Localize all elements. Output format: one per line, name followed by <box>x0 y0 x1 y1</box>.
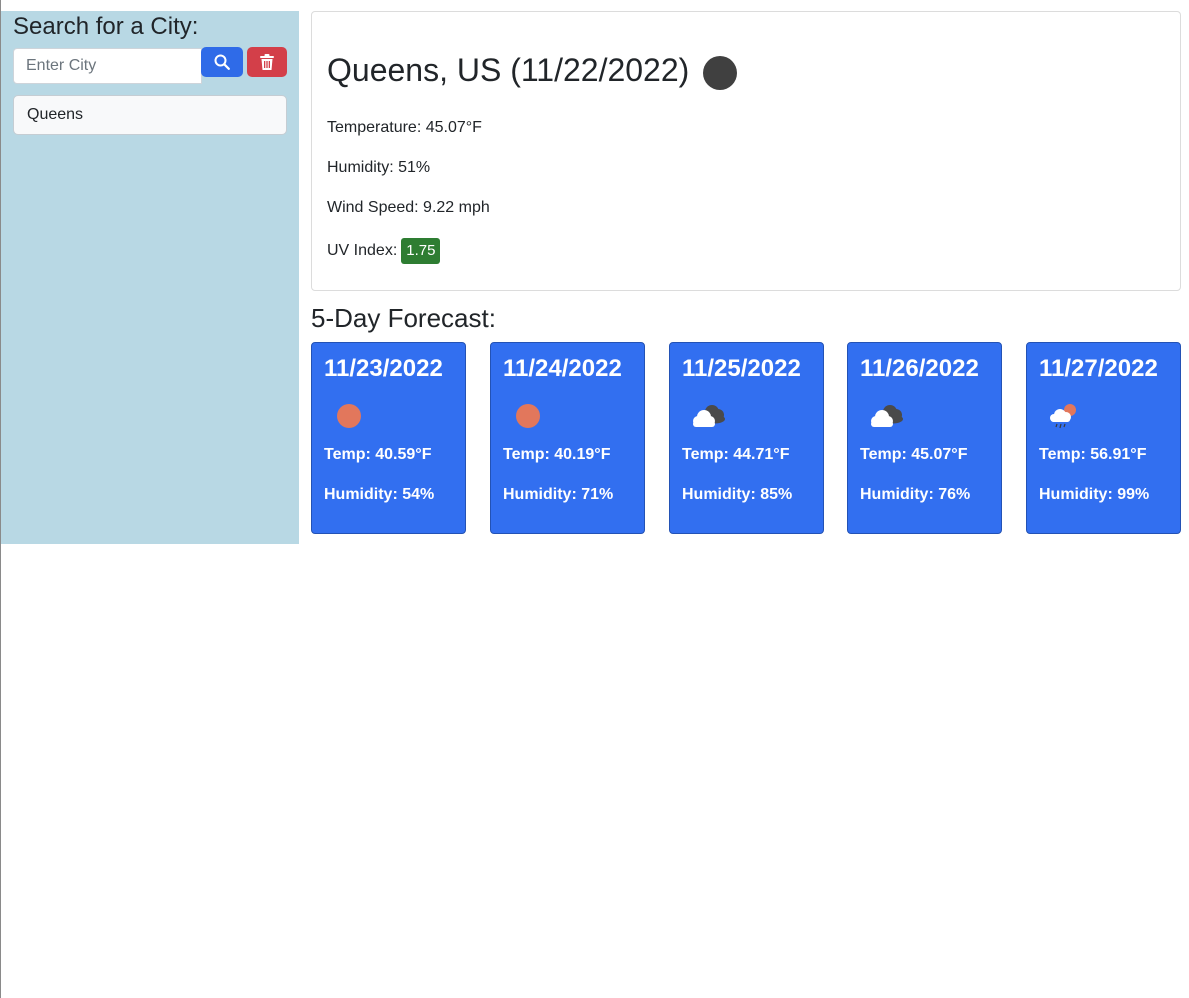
search-icon <box>214 54 230 70</box>
forecast-humidity: Humidity: 85% <box>682 486 793 503</box>
current-wind-speed: Wind Speed: 9.22 mph <box>327 199 490 216</box>
search-button[interactable] <box>201 47 243 77</box>
current-city-title: Queens, US (11/22/2022) <box>327 52 690 88</box>
current-humidity: Humidity: 51% <box>327 159 431 176</box>
forecast-card: 11/27/2022 Temp: 56.91°F Humidity: 99% <box>1026 342 1181 534</box>
forecast-temp: Temp: 40.59°F <box>324 446 432 463</box>
forecast-card: 11/25/2022 Temp: 44.71°F Humidity: 85% <box>669 342 824 534</box>
sun-icon <box>330 399 370 431</box>
moon-icon <box>703 56 737 90</box>
current-weather-card: Queens, US (11/22/2022) Temperature: 45.… <box>311 11 1181 291</box>
sidebar: Search for a City: Queens <box>1 11 299 544</box>
clouds-icon <box>693 405 725 427</box>
forecast-humidity: Humidity: 71% <box>503 486 614 503</box>
forecast-date: 11/24/2022 <box>503 355 622 382</box>
forecast-humidity: Humidity: 99% <box>1039 486 1150 503</box>
forecast-card: 11/26/2022 Temp: 45.07°F Humidity: 76% <box>847 342 1002 534</box>
uv-index-label: UV Index: <box>327 242 398 259</box>
uv-index-badge: 1.75 <box>401 238 441 264</box>
forecast-temp: Temp: 56.91°F <box>1039 446 1147 463</box>
sidebar-title: Search for a City: <box>13 13 199 40</box>
forecast-date: 11/27/2022 <box>1039 355 1158 382</box>
forecast-title: 5-Day Forecast: <box>311 303 496 333</box>
forecast-date: 11/25/2022 <box>682 355 801 382</box>
forecast-temp: Temp: 40.19°F <box>503 446 611 463</box>
clear-history-button[interactable] <box>247 47 287 77</box>
forecast-date: 11/26/2022 <box>860 355 979 382</box>
clouds-icon <box>871 405 903 427</box>
current-uv-index: UV Index: 1.75 <box>327 238 441 264</box>
history-item-queens[interactable]: Queens <box>13 95 287 135</box>
current-temperature: Temperature: 45.07°F <box>327 119 482 136</box>
sun-icon <box>509 399 549 431</box>
forecast-humidity: Humidity: 76% <box>860 486 971 503</box>
trash-icon <box>260 54 274 70</box>
forecast-temp: Temp: 44.71°F <box>682 446 790 463</box>
rain-sun-icon <box>1050 404 1076 429</box>
forecast-card: 11/23/2022 Temp: 40.59°F Humidity: 54% <box>311 342 466 534</box>
forecast-card: 11/24/2022 Temp: 40.19°F Humidity: 71% <box>490 342 645 534</box>
forecast-date: 11/23/2022 <box>324 355 443 382</box>
city-search-input[interactable] <box>13 48 202 84</box>
forecast-humidity: Humidity: 54% <box>324 486 435 503</box>
forecast-temp: Temp: 45.07°F <box>860 446 968 463</box>
